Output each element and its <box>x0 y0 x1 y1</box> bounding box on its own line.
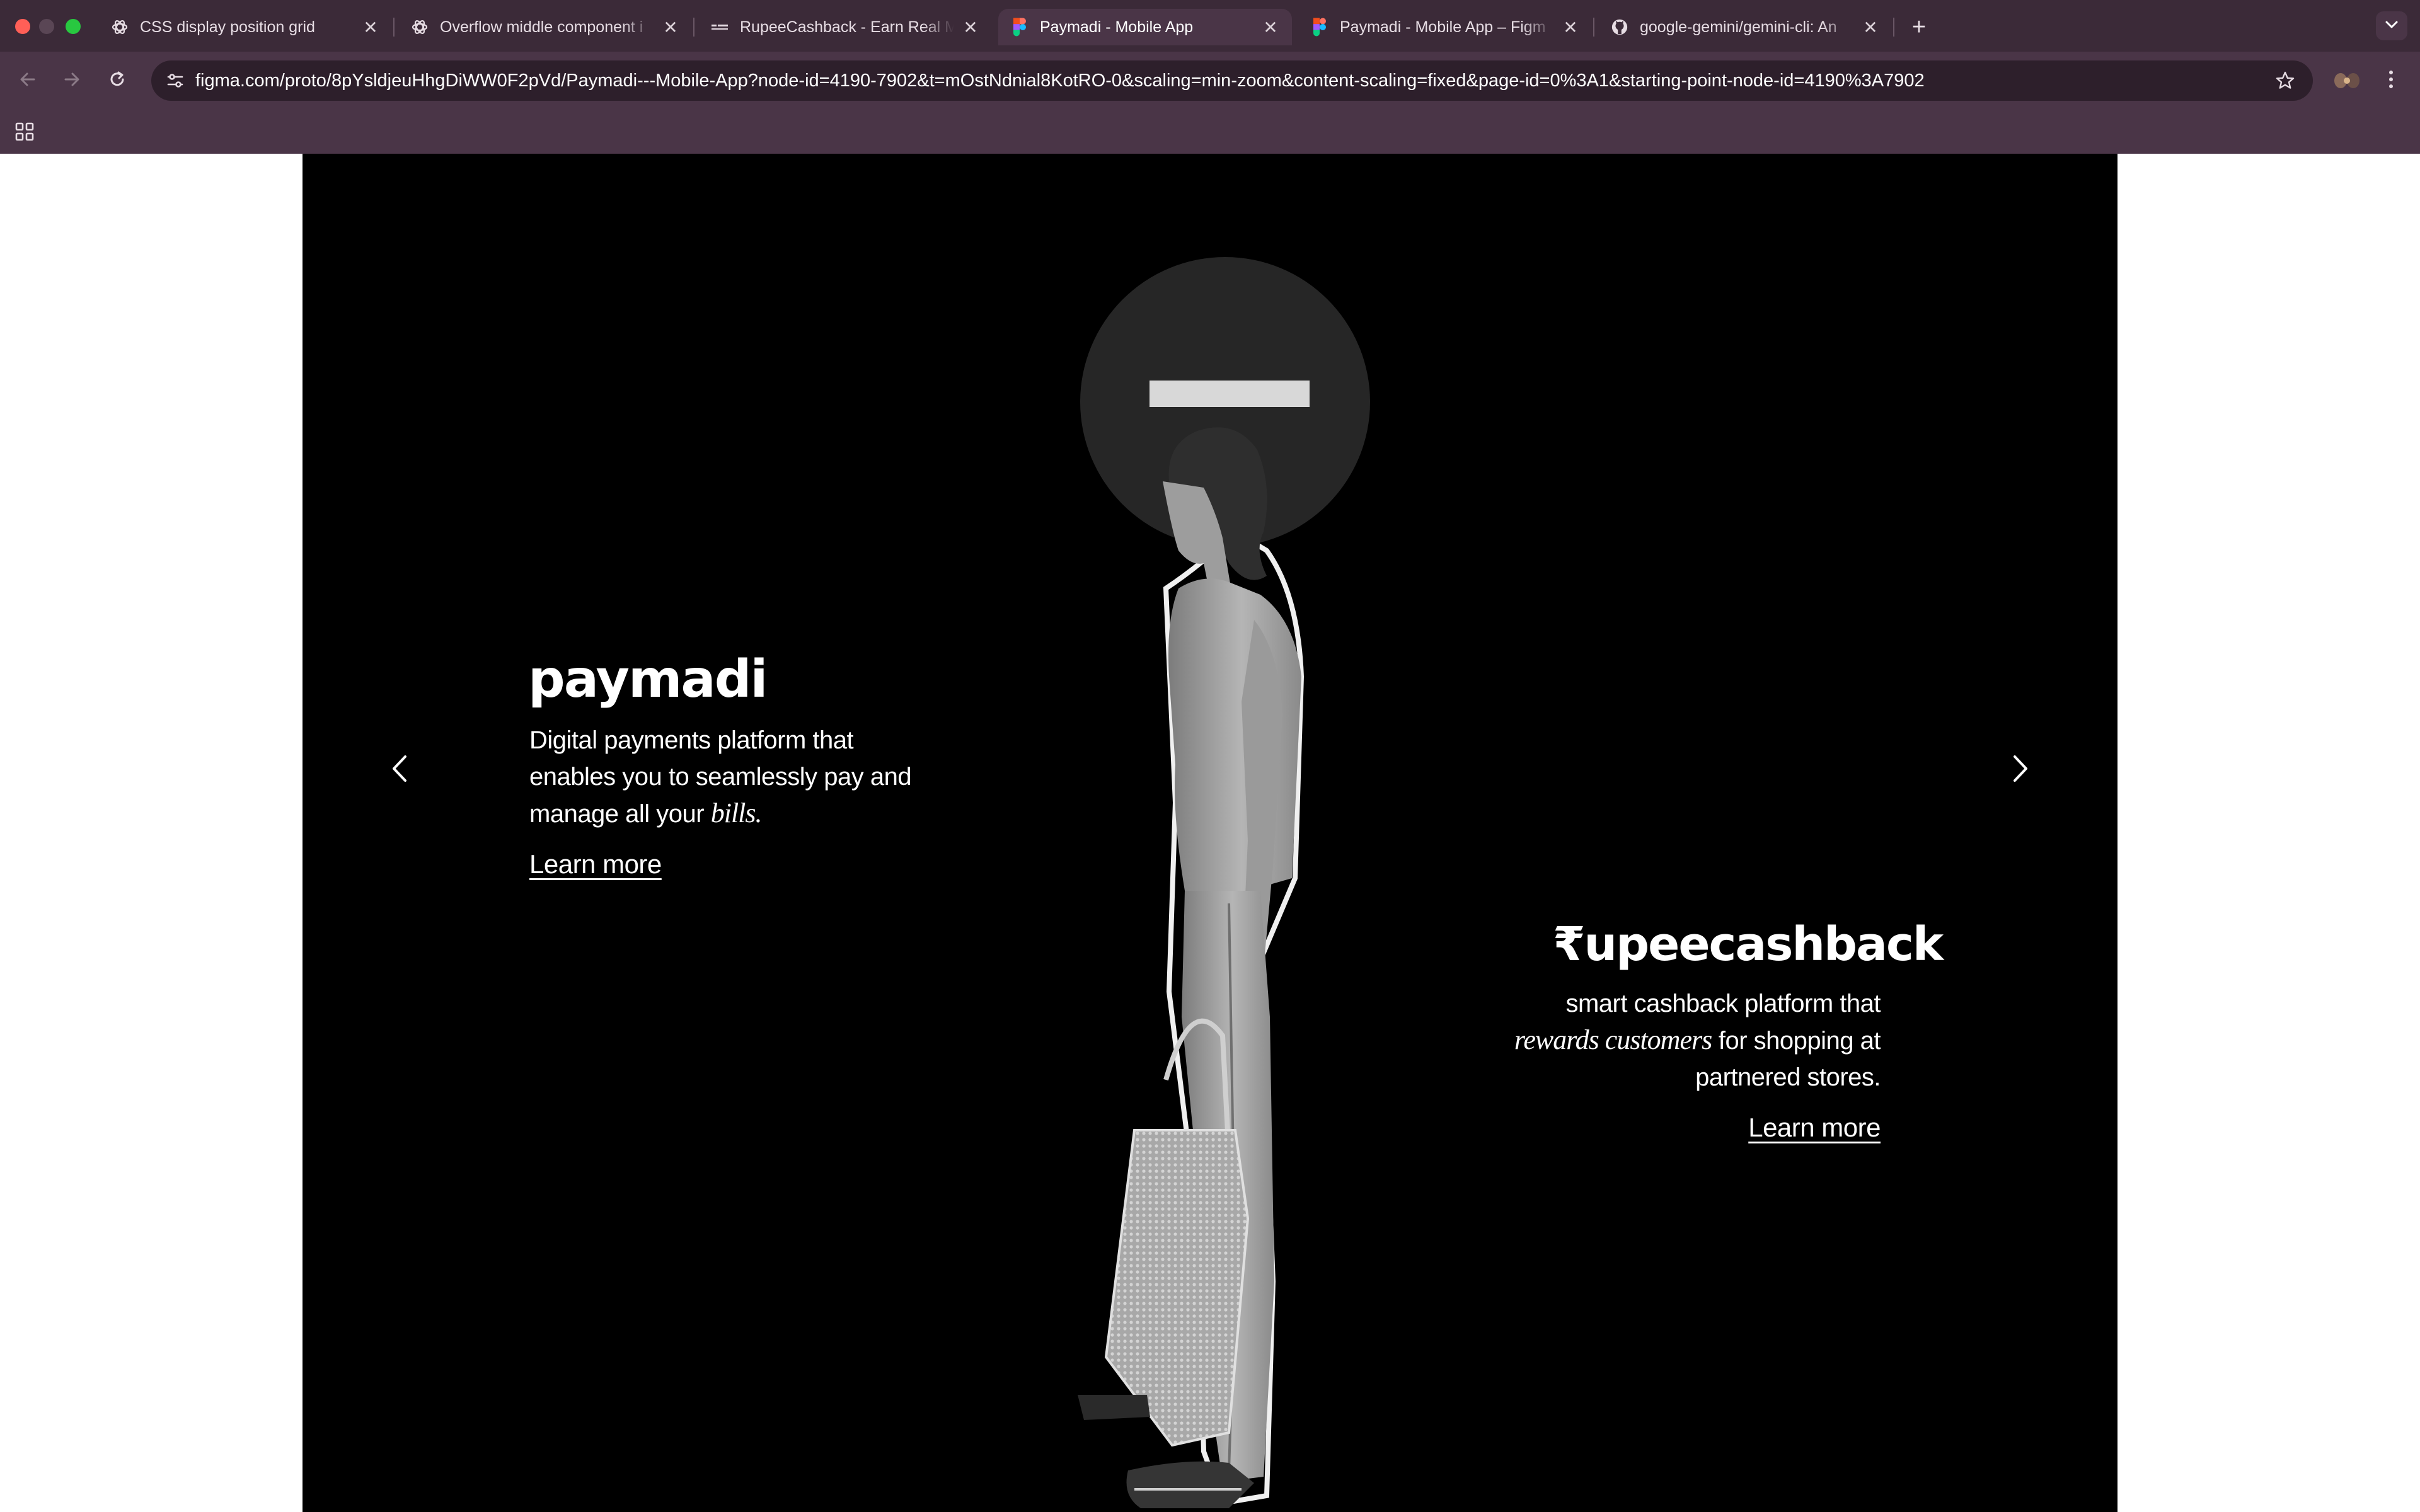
back-button[interactable] <box>14 67 42 94</box>
paymadi-desc-line: Digital payments platform that <box>529 726 854 754</box>
prototype-slide: paymadi Digital payments platform that e… <box>302 154 2118 1512</box>
github-icon <box>1611 18 1628 36</box>
close-icon[interactable]: ✕ <box>1862 18 1879 37</box>
paymadi-description: Digital payments platform that enables y… <box>529 722 945 832</box>
tab-divider <box>1593 18 1594 37</box>
tab-paymadi-figma[interactable]: Paymadi - Mobile App – Figm ✕ <box>1298 9 1592 45</box>
arrow-left-icon <box>18 69 38 93</box>
tab-rupeecashback[interactable]: RupeeCashback - Earn Real M ✕ <box>698 9 992 45</box>
close-icon[interactable]: ✕ <box>662 18 679 37</box>
new-tab-button[interactable]: + <box>1904 13 1933 42</box>
extension-icon[interactable] <box>2332 66 2362 96</box>
more-vertical-icon <box>2388 69 2394 93</box>
paymadi-desc-line: enables you to seamlessly pay and <box>529 763 912 791</box>
address-bar[interactable]: figma.com/proto/8pYsldjeuHhgDiWW0F2pVd/P… <box>151 60 2313 101</box>
paymadi-learn-more-link[interactable]: Learn more <box>529 849 662 879</box>
tab-overflow-middle[interactable]: Overflow middle component i ✕ <box>398 9 692 45</box>
chevron-down-icon <box>2385 20 2399 32</box>
reload-button[interactable] <box>103 67 131 94</box>
forward-button[interactable] <box>58 67 86 94</box>
paymadi-desc-line: manage all your bills. <box>529 795 945 832</box>
openai-icon <box>111 18 129 36</box>
tab-gemini-cli[interactable]: google-gemini/gemini-cli: An ✕ <box>1598 9 1892 45</box>
tab-divider <box>393 18 395 37</box>
close-icon[interactable]: ✕ <box>1262 18 1279 37</box>
window-close-button[interactable] <box>15 19 30 34</box>
window-maximize-button[interactable] <box>66 19 81 34</box>
paymadi-desc-text: manage all your <box>529 800 711 828</box>
rupeecashback-desc-emphasis: rewards customers <box>1514 1024 1712 1055</box>
rupeecashback-logo: ₹upeecashback <box>1553 917 1944 971</box>
window-minimize-button[interactable] <box>39 19 54 34</box>
tab-title: RupeeCashback - Earn Real M <box>740 18 954 36</box>
openai-icon <box>411 18 429 36</box>
reload-icon <box>107 69 127 93</box>
tab-css-display[interactable]: CSS display position grid ✕ <box>98 9 392 45</box>
chevron-left-icon <box>390 754 409 786</box>
chevron-right-icon <box>2011 754 2030 786</box>
site-settings-icon[interactable] <box>163 68 188 93</box>
tab-paymadi-mobile-app-active[interactable]: Paymadi - Mobile App ✕ <box>998 9 1292 45</box>
next-slide-button[interactable] <box>2002 751 2039 789</box>
tab-title: Paymadi - Mobile App <box>1040 18 1194 36</box>
tab-divider <box>693 18 694 37</box>
rupeecashback-desc-line: rewards customers for shopping at <box>1427 1022 1881 1059</box>
browser-toolbar: figma.com/proto/8pYsldjeuHhgDiWW0F2pVd/P… <box>0 52 2420 110</box>
rupeecashback-desc-line: smart cashback platform that <box>1565 990 1881 1017</box>
bookmark-star-icon[interactable] <box>2273 68 2298 93</box>
tab-title: CSS display position grid <box>140 18 315 36</box>
url-text[interactable]: figma.com/proto/8pYsldjeuHhgDiWW0F2pVd/P… <box>195 71 1925 91</box>
tab-search-button[interactable] <box>2376 11 2407 40</box>
rupeecashback-learn-more-link[interactable]: Learn more <box>1742 1113 1881 1143</box>
tab-strip: CSS display position grid ✕ Overflow mid… <box>0 0 2420 52</box>
tab-title: Paymadi - Mobile App – Figm <box>1340 18 1546 36</box>
close-icon[interactable]: ✕ <box>962 18 979 37</box>
tab-divider <box>1893 18 1894 37</box>
bookmarks-bar <box>0 110 2420 154</box>
figma-icon <box>1311 18 1328 37</box>
close-icon[interactable]: ✕ <box>362 18 379 37</box>
tab-title: Overflow middle component i <box>440 18 643 36</box>
close-icon[interactable]: ✕ <box>1562 18 1579 37</box>
tab-title: google-gemini/gemini-cli: An <box>1640 18 1837 36</box>
arrow-right-icon <box>62 69 82 93</box>
figma-icon <box>1011 18 1028 37</box>
paymadi-logo: paymadi <box>528 650 768 709</box>
apps-grid-icon[interactable] <box>13 120 37 144</box>
prev-slide-button[interactable] <box>381 751 418 789</box>
rupeecashback-icon <box>711 18 729 36</box>
rupeecashback-desc-text: for shopping at <box>1712 1027 1881 1055</box>
face-censor-bar <box>1150 381 1310 407</box>
rupeecashback-description: smart cashback platform that rewards cus… <box>1427 985 1881 1096</box>
model-photo <box>1078 427 1305 1508</box>
page-viewport: paymadi Digital payments platform that e… <box>0 154 2420 1512</box>
browser-menu-button[interactable] <box>2378 66 2404 96</box>
paymadi-desc-emphasis: bills. <box>710 798 763 828</box>
rupeecashback-desc-line: partnered stores. <box>1695 1063 1881 1091</box>
